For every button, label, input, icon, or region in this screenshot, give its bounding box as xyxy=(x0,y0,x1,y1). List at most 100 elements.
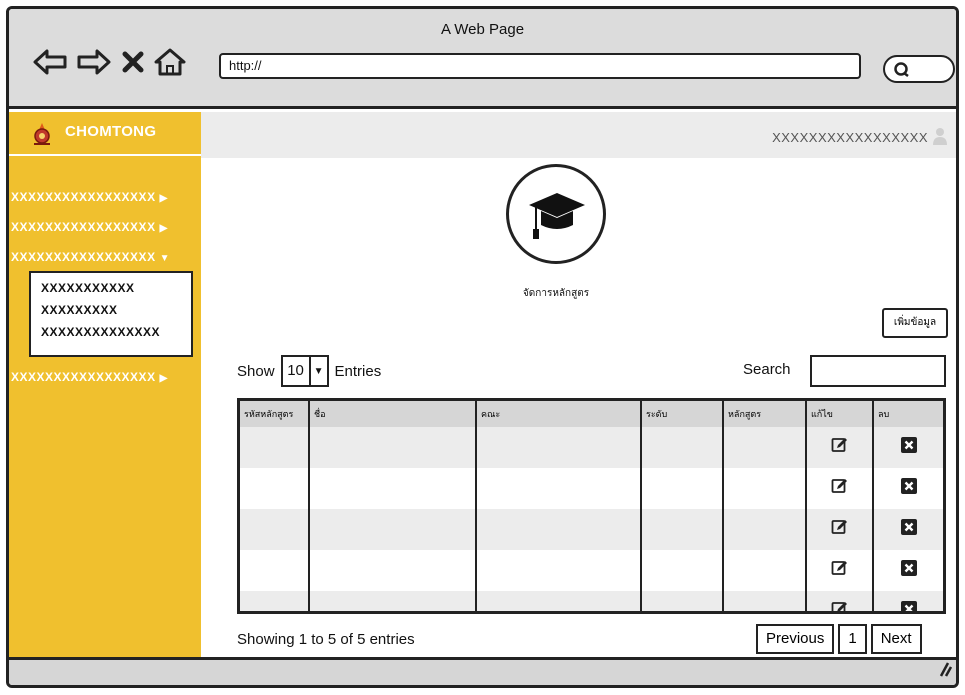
sidebar-item-label: XXXXXXXXXXXXXXXXX xyxy=(11,220,156,234)
user-menu[interactable]: XXXXXXXXXXXXXXXXX xyxy=(772,127,948,148)
table-cell xyxy=(873,550,943,591)
resize-grip-icon[interactable] xyxy=(938,661,953,682)
window-title: A Web Page xyxy=(440,21,525,38)
table-cell xyxy=(476,427,642,468)
search-input[interactable] xyxy=(810,355,946,387)
graduation-cap-icon xyxy=(529,193,585,239)
dropdown-arrow-icon: ▼ xyxy=(313,365,324,377)
table-row xyxy=(240,427,943,468)
show-label: Show xyxy=(237,362,275,380)
table-cell xyxy=(723,550,807,591)
table-info: Showing 1 to 5 of 5 entries xyxy=(237,631,415,648)
table-cell xyxy=(873,591,943,611)
chevron-right-icon: ▶ xyxy=(159,373,168,384)
table-cell xyxy=(240,427,310,468)
col-level[interactable]: ระดับ xyxy=(641,401,724,427)
table-cell xyxy=(309,468,477,509)
table-cell xyxy=(309,427,477,468)
sidebar-item-label: XXXXXXXXXXXXXXXXX xyxy=(11,190,156,204)
table-cell xyxy=(873,468,943,509)
table-row xyxy=(240,468,943,509)
col-course-code[interactable]: รหัสหลักสูตร xyxy=(240,401,310,427)
submenu-item-3[interactable]: XXXXXXXXXXXXXX xyxy=(31,321,191,343)
table-cell xyxy=(723,468,807,509)
url-input[interactable]: http:// xyxy=(219,53,861,79)
browser-titlebar: A Web Page http:// xyxy=(9,9,956,109)
table-cell xyxy=(641,427,724,468)
table-cell xyxy=(723,591,807,611)
table-cell xyxy=(240,509,310,550)
chomtong-logo-icon xyxy=(31,122,53,151)
col-faculty[interactable]: คณะ xyxy=(476,401,642,427)
table-row xyxy=(240,509,943,550)
sidebar-item-3[interactable]: XXXXXXXXXXXXXXXXX ▼ xyxy=(9,246,201,268)
table-cell xyxy=(309,591,477,611)
sidebar-submenu: XXXXXXXXXXX XXXXXXXXX XXXXXXXXXXXXXX xyxy=(29,271,193,357)
delete-icon[interactable] xyxy=(900,436,918,459)
col-delete[interactable]: ลบ xyxy=(873,401,943,427)
table-cell xyxy=(641,550,724,591)
user-avatar-icon xyxy=(932,127,948,148)
edit-icon[interactable] xyxy=(831,600,849,611)
col-program[interactable]: หลักสูตร xyxy=(723,401,807,427)
entries-select[interactable]: 10 ▼ xyxy=(280,355,329,387)
main-content: จัดการหลักสูตร เพิ่มข้อมูล Show 10 ▼ Ent… xyxy=(201,158,956,660)
nav-buttons xyxy=(31,47,187,77)
table-cell xyxy=(641,591,724,611)
table-cell xyxy=(240,591,310,611)
submenu-item-2[interactable]: XXXXXXXXX xyxy=(31,299,191,321)
submenu-item-1[interactable]: XXXXXXXXXXX xyxy=(31,277,191,299)
edit-icon[interactable] xyxy=(831,518,849,541)
courses-table: รหัสหลักสูตร ชื่อ คณะ ระดับ หลักสูตร แก้… xyxy=(237,398,946,614)
back-arrow-icon[interactable] xyxy=(31,47,69,77)
sidebar-item-1[interactable]: XXXXXXXXXXXXXXXXX ▶ xyxy=(9,186,201,208)
table-header-row: รหัสหลักสูตร ชื่อ คณะ ระดับ หลักสูตร แก้… xyxy=(240,401,943,427)
table-cell xyxy=(309,550,477,591)
table-cell xyxy=(806,468,874,509)
delete-icon[interactable] xyxy=(900,518,918,541)
brand-header[interactable]: CHOMTONG xyxy=(9,112,201,156)
edit-icon[interactable] xyxy=(831,436,849,459)
table-cell xyxy=(476,591,642,611)
table-cell xyxy=(806,509,874,550)
sidebar-item-label: XXXXXXXXXXXXXXXXX xyxy=(11,370,156,384)
table-cell xyxy=(309,509,477,550)
sidebar-item-label: XXXXXXXXXXXXXXXXX xyxy=(11,250,156,264)
add-data-button[interactable]: เพิ่มข้อมูล xyxy=(882,308,948,338)
col-name[interactable]: ชื่อ xyxy=(309,401,477,427)
chevron-down-icon: ▼ xyxy=(159,253,170,264)
col-edit[interactable]: แก้ไข xyxy=(806,401,874,427)
page-title: จัดการหลักสูตร xyxy=(522,288,590,299)
previous-button[interactable]: Previous xyxy=(756,624,835,654)
table-cell xyxy=(806,550,874,591)
search-label: Search xyxy=(743,361,791,378)
page-1-button[interactable]: 1 xyxy=(838,624,867,654)
table-row xyxy=(240,550,943,591)
sidebar-item-4[interactable]: XXXXXXXXXXXXXXXXX ▶ xyxy=(9,366,201,388)
chevron-right-icon: ▶ xyxy=(159,193,168,204)
search-icon xyxy=(893,61,911,84)
table-cell xyxy=(723,427,807,468)
delete-icon[interactable] xyxy=(900,559,918,582)
browser-window: A Web Page http:// CHOMTONG XXXXXXXXXXXX… xyxy=(6,6,959,688)
pagination: Previous 1 Next xyxy=(756,624,922,654)
next-button[interactable]: Next xyxy=(870,624,922,654)
user-name: XXXXXXXXXXXXXXXXX xyxy=(772,130,928,145)
table-cell xyxy=(806,427,874,468)
close-x-icon[interactable] xyxy=(119,47,147,77)
sidebar-item-2[interactable]: XXXXXXXXXXXXXXXXX ▶ xyxy=(9,216,201,238)
browser-search-field[interactable] xyxy=(883,55,955,83)
table-cell xyxy=(641,509,724,550)
chevron-right-icon: ▶ xyxy=(159,223,168,234)
edit-icon[interactable] xyxy=(831,559,849,582)
forward-arrow-icon[interactable] xyxy=(75,47,113,77)
table-cell xyxy=(476,468,642,509)
table-cell xyxy=(641,468,724,509)
table-cell xyxy=(240,468,310,509)
edit-icon[interactable] xyxy=(831,477,849,500)
home-icon[interactable] xyxy=(153,47,187,77)
sidebar: CHOMTONG XXXXXXXXXXXXXXXXX ▶ XXXXXXXXXXXX… xyxy=(9,112,201,660)
delete-icon[interactable] xyxy=(900,477,918,500)
table-cell xyxy=(240,550,310,591)
delete-icon[interactable] xyxy=(900,600,918,611)
